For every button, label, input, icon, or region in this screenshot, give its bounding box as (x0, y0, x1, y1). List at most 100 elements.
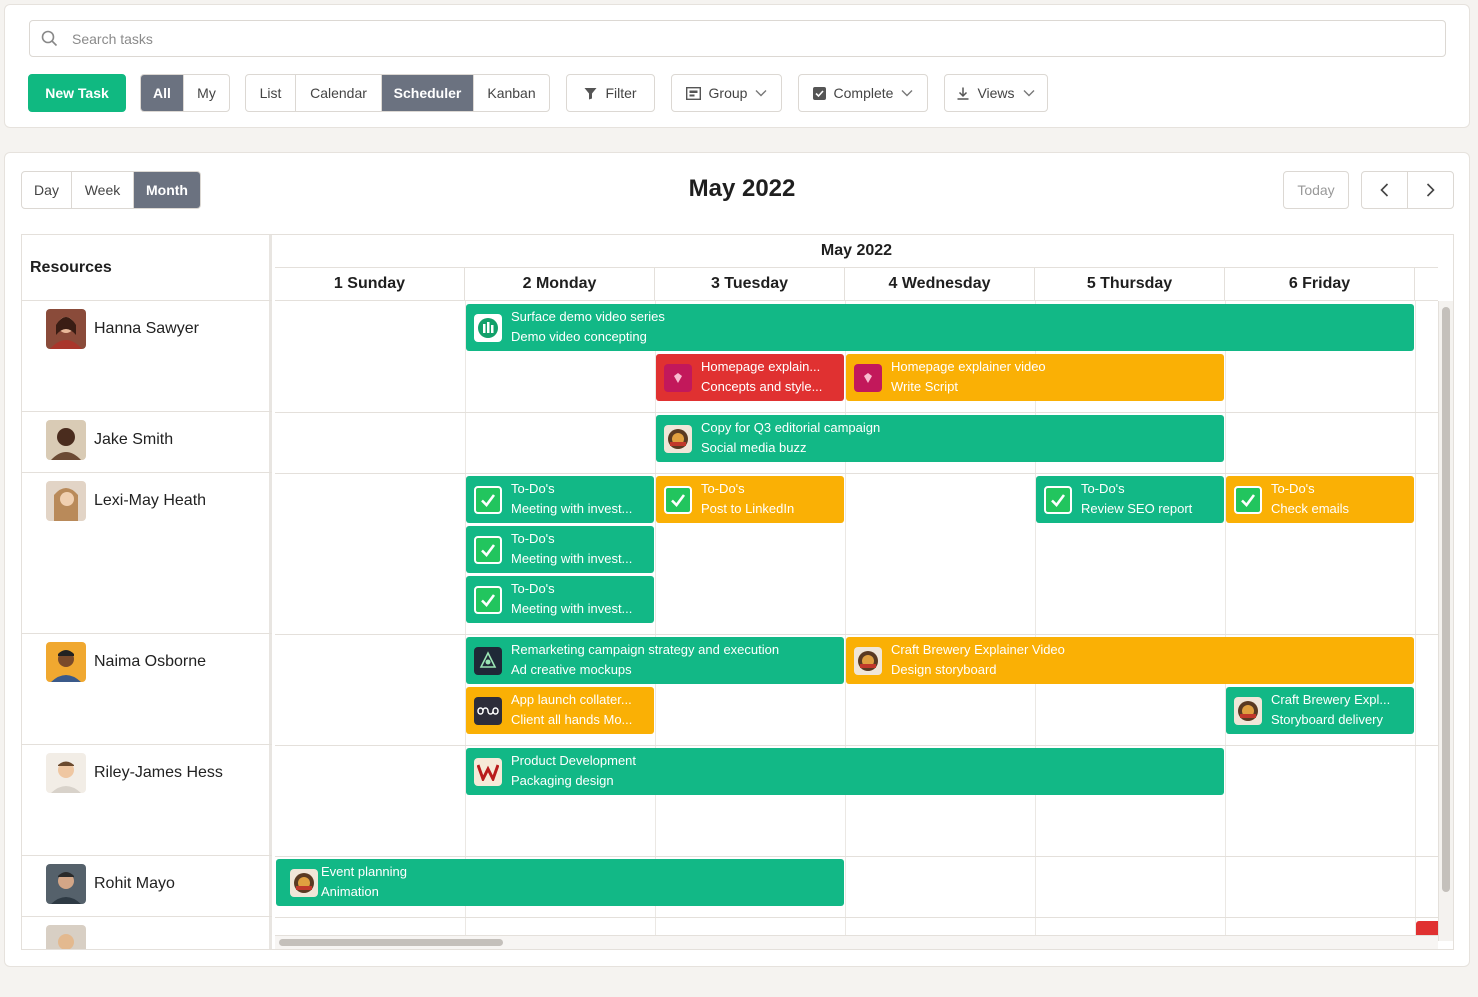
checkmark-icon (664, 486, 692, 514)
brewery-logo-icon (664, 425, 692, 453)
row-divider (275, 917, 1438, 918)
view-scheduler-button[interactable]: Scheduler (382, 75, 474, 111)
event-bar[interactable]: To-Do's Check emails (1226, 476, 1414, 523)
resource-name: Lexi-May Heath (94, 492, 207, 509)
resource-row[interactable]: Lexi-May Heath (22, 473, 272, 634)
checkmark-icon (1044, 486, 1072, 514)
resource-row[interactable]: Riley-James Hess (22, 745, 272, 856)
avatar (46, 481, 86, 521)
filter-icon (584, 87, 597, 100)
view-kanban-button[interactable]: Kanban (474, 75, 549, 111)
chevron-down-icon (755, 89, 767, 97)
event-subtitle: Meeting with invest... (511, 601, 633, 616)
event-subtitle: Ad creative mockups (511, 662, 632, 677)
scope-all-button[interactable]: All (141, 75, 184, 111)
chevron-down-icon (1023, 89, 1035, 97)
event-bar[interactable]: Copy for Q3 editorial campaign Social me… (656, 415, 1224, 462)
resource-name: Hanna Sawyer (94, 320, 199, 337)
event-bar[interactable]: To-Do's Post to LinkedIn (656, 476, 844, 523)
event-title: To-Do's (1271, 481, 1315, 496)
event-bar[interactable]: Remarketing campaign strategy and execut… (466, 637, 844, 684)
resource-row[interactable]: Hanna Sawyer (22, 301, 272, 412)
views-menu-button[interactable]: Views (944, 74, 1048, 112)
event-title: To-Do's (511, 531, 555, 546)
day-header: 3 Tuesday (655, 268, 845, 301)
event-subtitle: Concepts and style... (701, 379, 823, 394)
event-bar[interactable]: Surface demo video series Demo video con… (466, 304, 1414, 351)
resource-row[interactable]: Rohit Mayo (22, 856, 272, 917)
dark-logo-icon (474, 647, 502, 675)
filter-button[interactable]: Filter (566, 74, 655, 112)
event-title: Homepage explain... (701, 359, 821, 374)
group-button[interactable]: Group (671, 74, 782, 112)
resource-name: Naima Osborne (94, 653, 207, 670)
search-icon (41, 30, 58, 52)
event-bar[interactable]: Event planning Animation (276, 859, 844, 906)
range-month-button[interactable]: Month (134, 172, 200, 208)
event-title: Surface demo video series (511, 309, 665, 324)
event-title: Craft Brewery Explainer Video (891, 642, 1065, 657)
day-header: 6 Friday (1225, 268, 1415, 301)
event-bar[interactable]: Homepage explain... Concepts and style..… (656, 354, 844, 401)
today-button[interactable]: Today (1283, 171, 1349, 209)
event-title: Product Development (511, 753, 637, 768)
event-subtitle: Social media buzz (701, 440, 807, 455)
range-day-button[interactable]: Day (22, 172, 72, 208)
avatar (46, 925, 86, 949)
event-bar[interactable]: Homepage explainer video Write Script (846, 354, 1224, 401)
event-bar[interactable]: Product Development Packaging design (466, 748, 1224, 795)
search-input[interactable] (70, 21, 1430, 56)
resource-row[interactable]: Jake Smith (22, 412, 272, 473)
event-bar[interactable]: To-Do's Review SEO report (1036, 476, 1224, 523)
chevron-left-icon (1380, 183, 1389, 197)
event-bar-partial[interactable] (1416, 921, 1438, 935)
event-subtitle: Meeting with invest... (511, 551, 633, 566)
next-button[interactable] (1408, 172, 1453, 208)
scope-my-button[interactable]: My (184, 75, 229, 111)
new-task-button[interactable]: New Task (28, 74, 126, 112)
prev-button[interactable] (1362, 172, 1408, 208)
company-logo-icon (474, 314, 502, 342)
event-subtitle: Demo video concepting (511, 329, 647, 344)
event-subtitle: Storyboard delivery (1271, 712, 1383, 727)
checkmark-icon (474, 536, 502, 564)
day-divider (1415, 301, 1416, 941)
vertical-scrollbar-thumb[interactable] (1442, 307, 1450, 892)
resources-column: Resources Hanna Sawyer Jake Smith Lexi-M… (22, 235, 272, 949)
resource-row[interactable]: Naima Osborne (22, 634, 272, 745)
avatar (46, 864, 86, 904)
download-icon (957, 87, 969, 100)
scheduler-card: Day Week Month May 2022 Today Resources … (4, 152, 1470, 967)
event-bar[interactable]: Craft Brewery Expl... Storyboard deliver… (1226, 687, 1414, 734)
complete-label: Complete (833, 85, 894, 101)
event-title: To-Do's (701, 481, 745, 496)
range-week-button[interactable]: Week (72, 172, 134, 208)
filter-label: Filter (605, 85, 637, 101)
views-menu-label: Views (977, 85, 1015, 101)
resource-row[interactable] (22, 917, 272, 949)
event-bar[interactable]: Craft Brewery Explainer Video Design sto… (846, 637, 1414, 684)
checkmark-icon (474, 586, 502, 614)
group-icon (685, 86, 701, 100)
event-bar[interactable]: To-Do's Meeting with invest... (466, 576, 654, 623)
day-header: 5 Thursday (1035, 268, 1225, 301)
event-subtitle: Review SEO report (1081, 501, 1193, 516)
scheduler-grid: Resources Hanna Sawyer Jake Smith Lexi-M… (21, 234, 1454, 950)
event-subtitle: Animation (321, 884, 379, 899)
horizontal-scrollbar-thumb[interactable] (279, 939, 503, 946)
view-calendar-button[interactable]: Calendar (296, 75, 382, 111)
complete-button[interactable]: Complete (798, 74, 928, 112)
event-bar[interactable]: To-Do's Meeting with invest... (466, 526, 654, 573)
group-label: Group (708, 85, 748, 101)
event-bar[interactable]: To-Do's Meeting with invest... (466, 476, 654, 523)
range-switcher: Day Week Month (21, 171, 201, 209)
search-box[interactable] (29, 20, 1446, 57)
event-bar[interactable]: App launch collater... Client all hands … (466, 687, 654, 734)
resource-name: Riley-James Hess (94, 764, 223, 781)
day-header: 4 Wednesday (845, 268, 1035, 301)
view-list-button[interactable]: List (246, 75, 296, 111)
event-subtitle: Post to LinkedIn (701, 501, 795, 516)
timeline-month-header: May 2022 (275, 235, 1438, 268)
scope-toggle: All My (140, 74, 230, 112)
day-header: 2 Monday (465, 268, 655, 301)
